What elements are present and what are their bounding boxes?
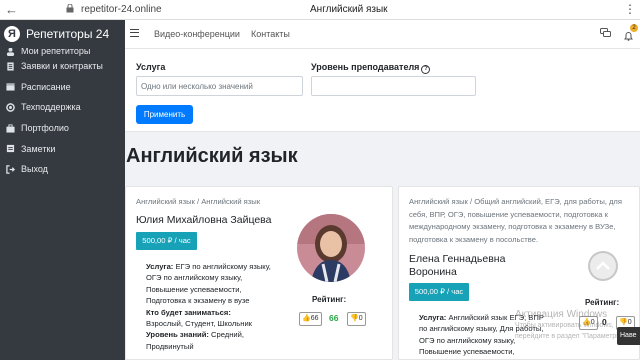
apply-filter-button[interactable]: Применить bbox=[136, 105, 193, 124]
sidebar-item-my-tutors[interactable]: Мои репетиторы bbox=[0, 48, 125, 56]
rating-label: Рейтинг: bbox=[585, 298, 620, 307]
chevron-up-icon bbox=[596, 261, 610, 270]
price-badge: 500,00 ₽ / час bbox=[409, 283, 469, 301]
page-tab-title: Английский язык bbox=[310, 4, 388, 15]
who-text: Взрослый, Студент, Школьник bbox=[146, 319, 253, 329]
notifications-bell-icon[interactable]: 2 bbox=[623, 24, 638, 41]
filter-panel: Услуга Одно или несколько значений Урове… bbox=[125, 49, 640, 132]
nav-link-video-conferences[interactable]: Видео-конференции bbox=[154, 29, 240, 39]
brand-name: Репетиторы 24 bbox=[26, 27, 110, 41]
dislike-count: 0 bbox=[358, 315, 363, 322]
top-navbar: Видео-конференции Контакты 2 bbox=[125, 20, 640, 49]
address-bar[interactable]: repetitor-24.online bbox=[81, 4, 162, 15]
tutor-name[interactable]: Елена Геннадьевна Воронина bbox=[409, 253, 519, 279]
tutor-name[interactable]: Юлия Михайловна Зайцева bbox=[136, 214, 296, 227]
tutor-card[interactable]: Английский язык / Английский язык Юлия М… bbox=[125, 186, 393, 360]
dislike-button[interactable]: 👎0 bbox=[347, 312, 366, 326]
thumbs-up-icon: 👍 bbox=[302, 315, 311, 322]
calendar-icon bbox=[6, 83, 15, 91]
back-arrow-icon[interactable]: ← bbox=[5, 2, 18, 17]
navigation-tooltip: Наве bbox=[617, 327, 640, 345]
tutor-breadcrumb: Английский язык / Английский язык bbox=[136, 197, 261, 206]
scroll-to-top-button[interactable] bbox=[588, 251, 618, 281]
thumbs-down-icon: 👎 bbox=[350, 315, 359, 322]
level-filter-label: Уровень преподавателя? bbox=[311, 62, 431, 74]
like-button[interactable]: 👍66 bbox=[299, 312, 322, 326]
rating-score: 66 bbox=[329, 313, 339, 323]
service-label: Услуга: bbox=[419, 313, 447, 322]
page-title: Английский язык bbox=[126, 145, 298, 167]
sidebar-item-label: Выход bbox=[21, 164, 48, 175]
level-select[interactable] bbox=[311, 76, 476, 96]
chat-icon[interactable] bbox=[600, 28, 611, 38]
sidebar: Я Репетиторы 24 Мои репетиторы Заявки и … bbox=[0, 20, 125, 360]
tutor-description: Услуга: ЕГЭ по английскому языку, ОГЭ по… bbox=[146, 261, 274, 352]
price-badge: 500,00 ₽ / час bbox=[136, 232, 197, 250]
who-label: Кто будет заниматься: bbox=[146, 307, 231, 317]
sidebar-item-label: Заметки bbox=[21, 143, 56, 154]
service-label: Услуга: bbox=[146, 262, 174, 271]
support-icon bbox=[6, 103, 15, 112]
like-count: 66 bbox=[310, 315, 319, 322]
sidebar-item-label: Портфолио bbox=[21, 123, 69, 134]
briefcase-icon bbox=[6, 124, 15, 133]
sidebar-item-label: Расписание bbox=[21, 81, 71, 92]
sidebar-item-portfolio[interactable]: Портфолио bbox=[0, 118, 125, 139]
sidebar-item-schedule[interactable]: Расписание bbox=[0, 77, 125, 98]
sidebar-item-notes[interactable]: Заметки bbox=[0, 138, 125, 159]
lock-icon bbox=[66, 4, 74, 13]
rating-label: Рейтинг: bbox=[312, 295, 347, 304]
browser-toolbar: ← repetitor-24.online Английский язык ⋮ bbox=[0, 0, 640, 20]
subject-filter-label: Услуга bbox=[136, 62, 166, 72]
document-icon bbox=[7, 62, 14, 71]
sidebar-item-label: Мои репетиторы bbox=[21, 48, 91, 56]
users-icon bbox=[6, 48, 15, 56]
help-icon[interactable]: ? bbox=[421, 65, 431, 74]
logout-icon bbox=[6, 165, 15, 174]
brand[interactable]: Я Репетиторы 24 bbox=[0, 20, 125, 48]
tutor-avatar bbox=[297, 214, 365, 282]
sidebar-item-requests[interactable]: Заявки и контракты bbox=[0, 56, 125, 77]
watermark-title: Активация Windows bbox=[515, 309, 608, 320]
sidebar-item-label: Заявки и контракты bbox=[21, 61, 103, 72]
subject-select[interactable]: Одно или несколько значений bbox=[136, 76, 303, 96]
hamburger-menu-icon[interactable] bbox=[130, 29, 139, 37]
level-label: Уровень знаний: bbox=[146, 330, 209, 340]
browser-menu-icon[interactable]: ⋮ bbox=[624, 2, 636, 16]
notification-count-badge: 2 bbox=[630, 24, 638, 32]
sidebar-item-logout[interactable]: Выход bbox=[0, 159, 125, 180]
nav-link-contacts[interactable]: Контакты bbox=[251, 29, 290, 39]
tutor-breadcrumb: Английский язык / Общий английский, ЕГЭ,… bbox=[409, 197, 622, 244]
logo-icon: Я bbox=[4, 26, 20, 42]
note-icon bbox=[6, 145, 15, 153]
sidebar-item-support[interactable]: Техподдержка bbox=[0, 97, 125, 118]
sidebar-item-label: Техподдержка bbox=[21, 102, 81, 113]
